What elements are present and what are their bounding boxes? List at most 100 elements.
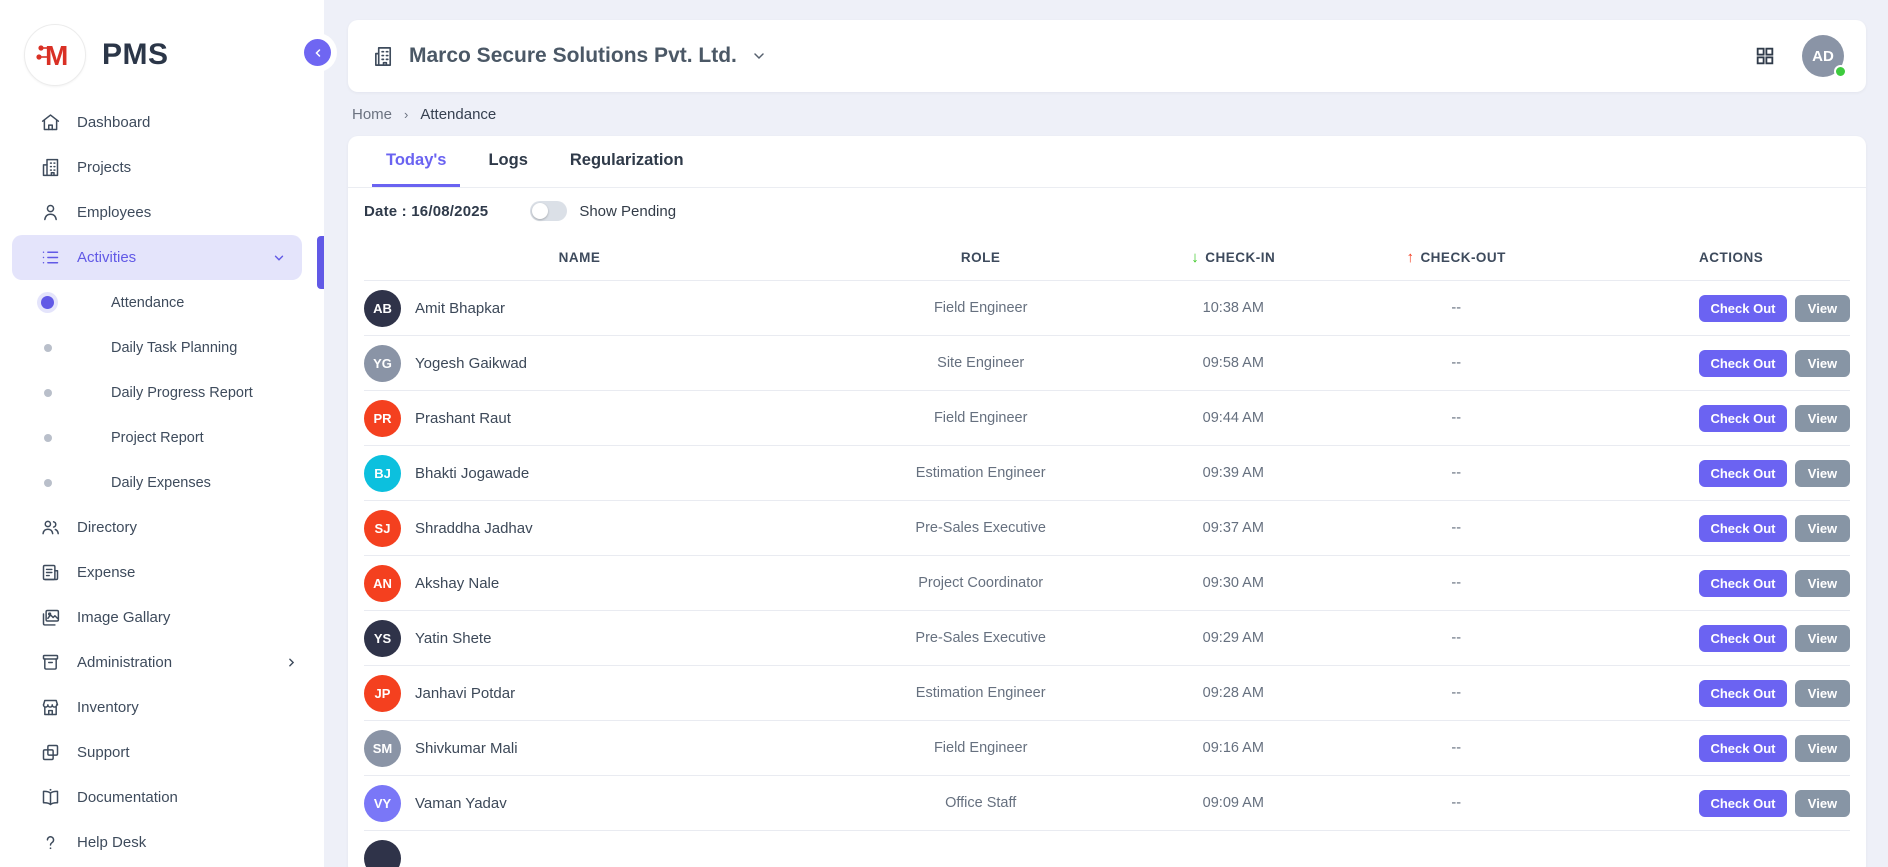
check-out-button[interactable]: Check Out (1699, 790, 1787, 817)
view-button[interactable]: View (1795, 515, 1850, 542)
sidebar-item-directory[interactable]: Directory (0, 505, 324, 550)
sidebar-subitem-daily-progress-report[interactable]: Daily Progress Report (0, 370, 324, 415)
view-button[interactable]: View (1795, 405, 1850, 432)
sidebar-item-support[interactable]: Support (0, 730, 324, 775)
apps-grid-icon[interactable] (1754, 45, 1776, 67)
active-dot-icon (41, 296, 54, 309)
tab-todays[interactable]: Today's (372, 136, 460, 187)
view-button[interactable]: View (1795, 680, 1850, 707)
sidebar-item-label: Activities (77, 249, 136, 266)
tab-bar: Today's Logs Regularization (348, 136, 1866, 188)
table-row: SMShivkumar Mali Field Engineer 09:16 AM… (364, 720, 1850, 775)
tab-logs[interactable]: Logs (474, 136, 541, 187)
avatar: AB (364, 290, 401, 327)
view-button[interactable]: View (1795, 350, 1850, 377)
dot-icon (44, 389, 52, 397)
sidebar-item-documentation[interactable]: Documentation (0, 775, 324, 820)
check-out-button[interactable]: Check Out (1699, 405, 1787, 432)
col-check-in[interactable]: ↓CHECK-IN (1166, 249, 1300, 266)
company-selector[interactable]: Marco Secure Solutions Pvt. Ltd. (372, 44, 767, 68)
employee-name: Janhavi Potdar (415, 685, 515, 702)
main-content: Marco Secure Solutions Pvt. Ltd. AD Home… (324, 0, 1888, 867)
sidebar-subitem-daily-expenses[interactable]: Daily Expenses (0, 460, 324, 505)
check-out-time: -- (1300, 465, 1612, 481)
check-out-button[interactable]: Check Out (1699, 625, 1787, 652)
view-button[interactable]: View (1795, 625, 1850, 652)
sidebar-item-employees[interactable]: Employees (0, 190, 324, 235)
view-button[interactable]: View (1795, 570, 1850, 597)
view-button[interactable]: View (1795, 735, 1850, 762)
view-button[interactable]: View (1795, 460, 1850, 487)
employee-name: Vaman Yadav (415, 795, 507, 812)
table-row: YGYogesh Gaikwad Site Engineer 09:58 AM … (364, 335, 1850, 390)
storefront-icon (40, 697, 61, 718)
person-icon (40, 202, 61, 223)
employee-role: Site Engineer (795, 355, 1167, 371)
table-row: PRPrashant Raut Field Engineer 09:44 AM … (364, 390, 1850, 445)
chevron-right-icon (285, 656, 298, 669)
breadcrumb-current: Attendance (420, 106, 496, 123)
sidebar-item-activities[interactable]: Activities (12, 235, 302, 280)
check-out-button[interactable]: Check Out (1699, 570, 1787, 597)
sidebar-item-label: Expense (77, 564, 135, 581)
employee-name: Yogesh Gaikwad (415, 355, 527, 372)
avatar (364, 840, 401, 867)
avatar: JP (364, 675, 401, 712)
receipt-icon (40, 562, 61, 583)
sidebar-item-label: Employees (77, 204, 151, 221)
sidebar-item-image-gallery[interactable]: Image Gallary (0, 595, 324, 640)
sidebar-item-expense[interactable]: Expense (0, 550, 324, 595)
employee-role: Pre-Sales Executive (795, 630, 1167, 646)
sidebar-subitem-project-report[interactable]: Project Report (0, 415, 324, 460)
check-out-time: -- (1300, 740, 1612, 756)
avatar: YG (364, 345, 401, 382)
sidebar-collapse-button[interactable] (304, 39, 331, 66)
check-out-time: -- (1300, 575, 1612, 591)
check-out-button[interactable]: Check Out (1699, 295, 1787, 322)
view-button[interactable]: View (1795, 790, 1850, 817)
check-out-button[interactable]: Check Out (1699, 680, 1787, 707)
check-out-button[interactable]: Check Out (1699, 350, 1787, 377)
sidebar-item-label: Help Desk (77, 834, 146, 851)
sidebar-item-label: Projects (77, 159, 131, 176)
tab-regularization[interactable]: Regularization (556, 136, 698, 187)
check-in-time: 09:44 AM (1166, 410, 1300, 426)
check-in-time: 09:09 AM (1166, 795, 1300, 811)
breadcrumb-separator: › (404, 107, 408, 122)
sidebar-item-dashboard[interactable]: Dashboard (0, 100, 324, 145)
check-out-time: -- (1300, 355, 1612, 371)
breadcrumb-home[interactable]: Home (352, 106, 392, 123)
check-out-time: -- (1300, 410, 1612, 426)
view-button[interactable]: View (1795, 295, 1850, 322)
employee-name: Yatin Shete (415, 630, 491, 647)
table-row: ANAkshay Nale Project Coordinator 09:30 … (364, 555, 1850, 610)
sidebar-item-projects[interactable]: Projects (0, 145, 324, 190)
sidebar-item-inventory[interactable]: Inventory (0, 685, 324, 730)
sidebar-item-help-desk[interactable]: Help Desk (0, 820, 324, 865)
show-pending-toggle[interactable] (530, 201, 567, 221)
sidebar-item-label: Directory (77, 519, 137, 536)
table-row: BJBhakti Jogawade Estimation Engineer 09… (364, 445, 1850, 500)
sidebar-subitem-label: Project Report (111, 430, 204, 446)
sidebar-item-label: Dashboard (77, 114, 150, 131)
check-out-button[interactable]: Check Out (1699, 515, 1787, 542)
sidebar-item-administration[interactable]: Administration (0, 640, 324, 685)
sidebar-subitem-daily-task-planning[interactable]: Daily Task Planning (0, 325, 324, 370)
employee-role: Office Staff (795, 795, 1167, 811)
check-out-button[interactable]: Check Out (1699, 735, 1787, 762)
chevron-down-icon (751, 48, 767, 64)
user-avatar[interactable]: AD (1802, 35, 1844, 77)
attendance-table: NAME ROLE ↓CHECK-IN ↑CHECK-OUT ACTIONS A… (348, 234, 1866, 867)
company-name: Marco Secure Solutions Pvt. Ltd. (409, 44, 737, 68)
employee-role: Field Engineer (795, 410, 1167, 426)
office-building-icon (372, 45, 395, 68)
table-row: JPJanhavi Potdar Estimation Engineer 09:… (364, 665, 1850, 720)
sidebar-subitem-attendance[interactable]: Attendance (0, 280, 324, 325)
col-check-out[interactable]: ↑CHECK-OUT (1300, 249, 1612, 266)
people-icon (40, 517, 61, 538)
check-in-time: 09:58 AM (1166, 355, 1300, 371)
check-out-time: -- (1300, 630, 1612, 646)
check-in-time: 09:37 AM (1166, 520, 1300, 536)
check-out-button[interactable]: Check Out (1699, 460, 1787, 487)
sort-down-icon: ↓ (1191, 249, 1199, 266)
